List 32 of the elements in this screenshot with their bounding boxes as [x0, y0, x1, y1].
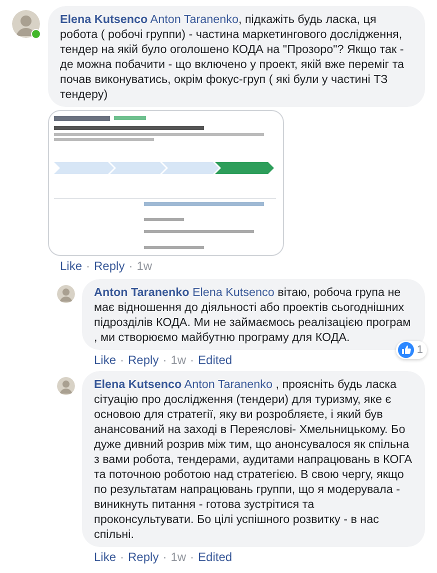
action-link[interactable]: Reply [128, 550, 159, 564]
like-icon [398, 342, 414, 358]
timestamp: 1w [170, 550, 186, 564]
action-link[interactable]: Reply [128, 353, 159, 367]
mention-link[interactable]: Anton Taranenko [150, 13, 238, 26]
separator-dot: · [86, 259, 90, 273]
separator-dot: · [162, 353, 167, 367]
author-link[interactable]: Anton Taranenko [94, 286, 190, 299]
action-link[interactable]: Like [94, 353, 116, 367]
reaction-count: 1 [416, 342, 423, 358]
separator-dot: · [162, 550, 167, 564]
timestamp: 1w [136, 259, 152, 273]
action-link[interactable]: Like [60, 259, 82, 273]
action-link[interactable]: Like [94, 550, 116, 564]
author-link[interactable]: Elena Kutsenco [94, 378, 182, 391]
comment-text: Elena Kutsenco Anton Taranenko , проясніть будь ласка сітуацію про дослідження (тендери) для туризму, яке є основою для стратегії, яку ви розробляєте, і який був анансований на заході в Переяслові- Хмельницькому. Бо дуже дивний розрив між тим, що анонсувалося як спільна з вами робота, тендерами, аудитами напрацювань в КОГА та поточною роботою над стратегією. В свою чергу, якщо по результатам напрацювань группи, що я модерувала - виникнуть питання - готова зустрітися та проконсультувати. Бо цілі успішного розвитку - в нас спільні. [94, 377, 413, 542]
author-link[interactable]: Elena Kutsenco [60, 13, 148, 26]
separator-dot: · [120, 550, 124, 564]
separator-dot: · [128, 259, 133, 273]
separator-dot: · [190, 550, 194, 564]
avatar-icon[interactable] [12, 10, 40, 38]
separator-dot: · [190, 353, 194, 367]
avatar-icon[interactable] [57, 285, 75, 303]
mention-link[interactable]: Anton Taranenko [184, 378, 272, 391]
action-link[interactable]: Reply [94, 259, 125, 273]
mention-link[interactable]: Elena Kutsenco [192, 286, 274, 299]
separator-dot: · [120, 353, 124, 367]
action-link[interactable]: Edited [198, 550, 232, 564]
action-link[interactable]: Edited [198, 353, 232, 367]
timestamp: 1w [170, 353, 186, 367]
comment-text: Elena Kutsenco Anton Taranenko, підкажіть будь ласка, ця робота ( робочі группи) - частина маркетингового дослідження, тендер на якій було оголошено КОДА на "Прозоро"? Якщо так - де можна побачити - що включено у проект, якій вже переміг та почав виконуватись, окрім фокус-груп ( які були у частині ТЗ тендеру) [60, 12, 406, 102]
avatar-icon[interactable] [57, 377, 75, 395]
